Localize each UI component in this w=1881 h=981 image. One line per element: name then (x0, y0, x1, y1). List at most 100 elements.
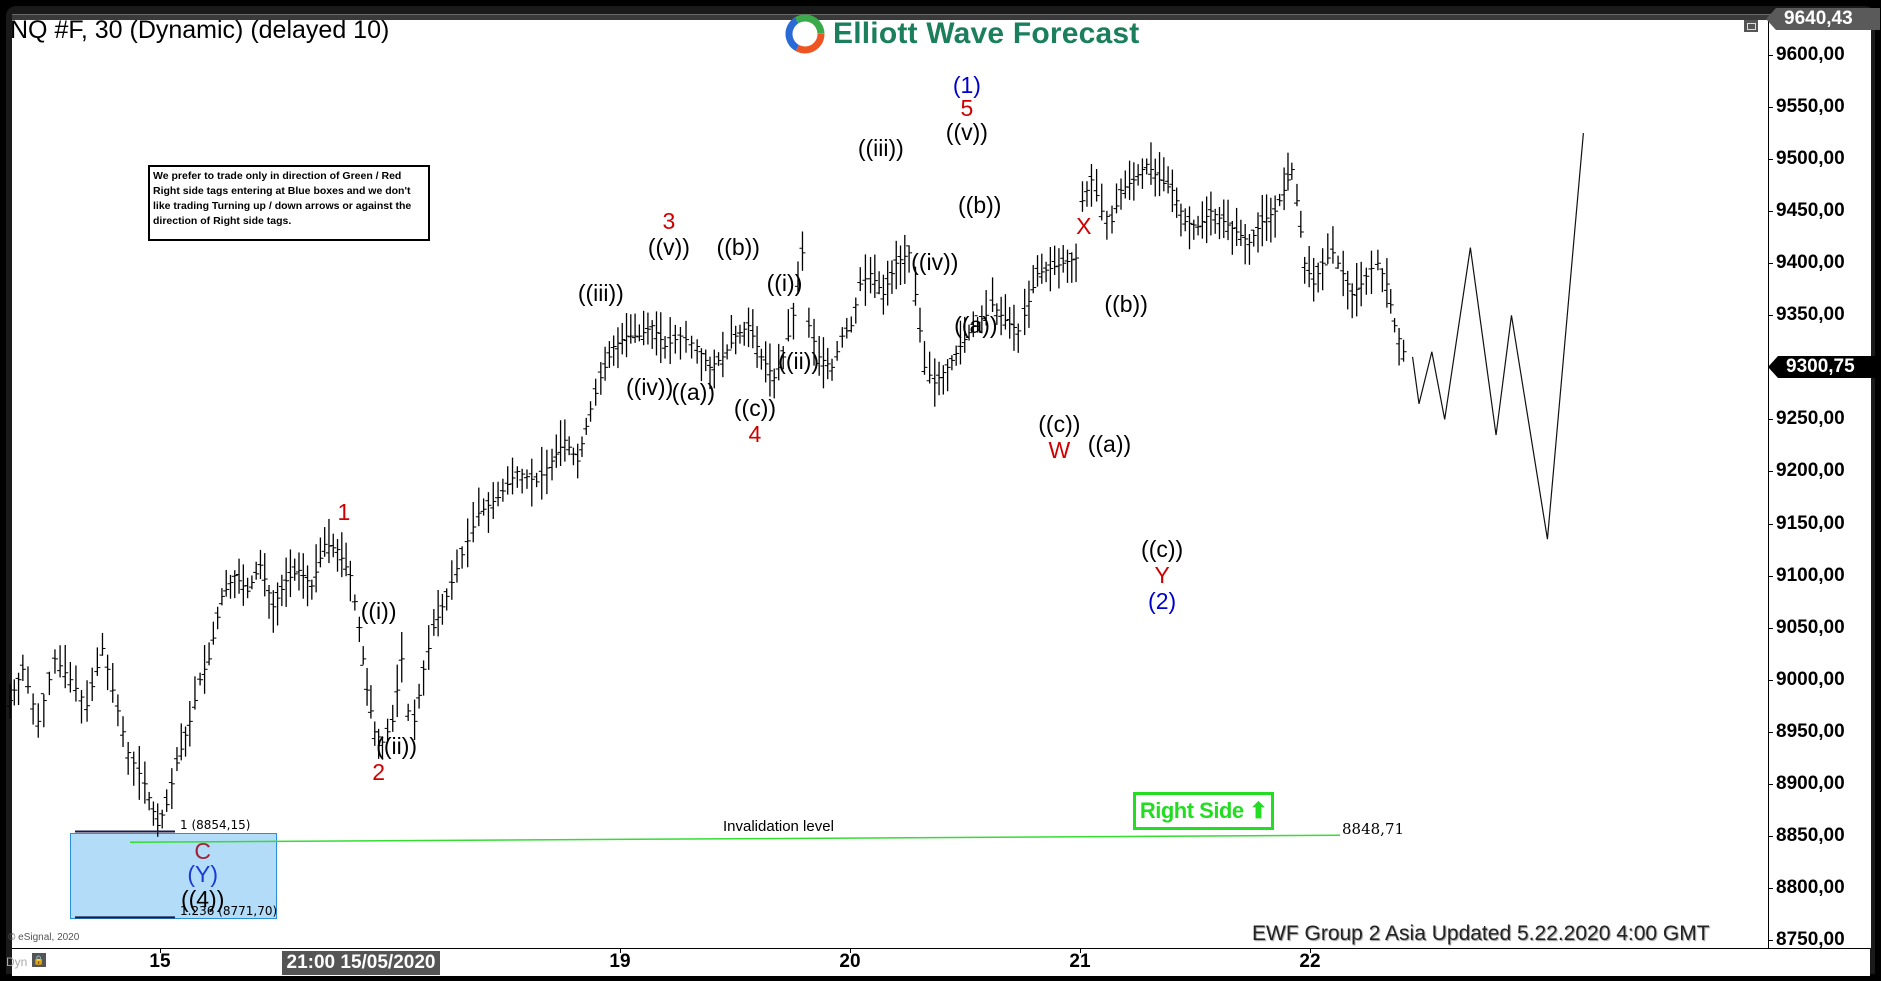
price-bar (248, 575, 255, 590)
wave-label: ((c)) (1141, 535, 1184, 562)
price-bar (495, 481, 502, 507)
price-bar (741, 321, 748, 346)
price-bar (173, 747, 180, 772)
restore-window-icon[interactable] (1744, 20, 1758, 32)
price-bar (35, 703, 42, 738)
price-bar (1143, 158, 1150, 175)
wave-label: 5 (960, 95, 974, 122)
price-bar (1203, 196, 1210, 244)
logo-text: Elliott Wave Forecast (833, 17, 1140, 50)
wave-label: ((ii)) (376, 733, 418, 760)
wave-label: Y (1154, 561, 1170, 588)
price-bar (266, 584, 273, 619)
price-bar (330, 533, 337, 558)
price-bar (168, 768, 175, 810)
wave-label: ((v)) (647, 233, 690, 260)
y-tick-mark (1768, 783, 1773, 785)
price-bar (1073, 243, 1080, 283)
price-bar (843, 317, 850, 339)
price-bar (509, 457, 516, 495)
price-bar (261, 553, 268, 597)
price-bar (15, 672, 22, 706)
price-bar (227, 574, 234, 599)
price-bar (884, 260, 891, 306)
price-bar (1383, 258, 1390, 308)
price-bar (953, 345, 960, 366)
wave-label: ((a)) (954, 311, 998, 338)
price-bar (561, 419, 568, 462)
y-tick-mark (1768, 523, 1773, 525)
wave-label: 2 (372, 759, 386, 786)
price-bar (1055, 248, 1062, 289)
wave-label: ((iv)) (626, 374, 674, 401)
price-bar (839, 327, 846, 348)
price-bar (1083, 181, 1090, 207)
x-tick-label: 20 (839, 951, 861, 972)
price-bar (657, 312, 664, 364)
price-bar (125, 741, 132, 775)
price-bar (351, 594, 358, 611)
price-bar (921, 341, 928, 375)
price-bar (1030, 265, 1037, 294)
price-bar (1088, 163, 1095, 207)
wave-label: X (1076, 212, 1092, 239)
price-bar (504, 466, 511, 495)
price-bar (644, 312, 651, 345)
price-bar (538, 446, 545, 500)
brand-logo: Elliott Wave Forecast (785, 12, 1140, 56)
wave-label: ((i)) (360, 598, 397, 625)
price-bar (805, 307, 812, 338)
price-bar (627, 314, 634, 344)
price-bar (182, 726, 189, 757)
price-bar (416, 683, 423, 709)
wave-label: ((b)) (958, 191, 1002, 218)
price-bar (270, 590, 277, 633)
y-tick-mark (1768, 679, 1773, 681)
price-bar (1225, 199, 1232, 241)
price-bar (1293, 183, 1300, 207)
price-bar (619, 323, 626, 355)
lock-icon[interactable]: 🔒 (32, 953, 46, 967)
price-bar (940, 365, 947, 395)
price-bar (46, 671, 53, 696)
wave-label: (2) (1148, 587, 1177, 614)
price-bar (464, 518, 471, 568)
price-bar (519, 468, 526, 494)
price-bar (1229, 220, 1236, 255)
price-bar (785, 309, 792, 342)
price-bar (989, 277, 996, 312)
price-bar (51, 649, 58, 674)
fib-lines (75, 830, 175, 919)
price-bar (578, 436, 585, 457)
current-price-tag: 9300,75 (1768, 356, 1878, 378)
price-bar (1391, 318, 1398, 333)
price-bar (533, 472, 540, 488)
price-bar (1276, 193, 1283, 207)
price-bar (62, 644, 69, 689)
dynamic-label[interactable]: Dyn (6, 955, 27, 969)
price-bar (1310, 258, 1317, 302)
price-bar (1297, 210, 1304, 238)
price-bar (24, 666, 31, 694)
price-bar (683, 320, 690, 353)
price-bar (150, 801, 157, 826)
price-bar (109, 663, 116, 703)
wave-label: ((4)) (180, 886, 225, 913)
price-bar (888, 260, 895, 294)
y-tick-mark (1768, 575, 1773, 577)
price-bar (876, 271, 883, 295)
price-bars (7, 142, 1407, 837)
price-bar (762, 341, 769, 383)
price-bar (1400, 339, 1407, 362)
price-bar (364, 667, 371, 706)
price-bar (1284, 152, 1291, 191)
price-bar (485, 492, 492, 533)
price-bar (114, 694, 121, 727)
price-bar (1259, 194, 1266, 247)
price-bar (936, 361, 943, 396)
y-tick-mark (1768, 55, 1773, 56)
price-bar (136, 746, 143, 800)
price-bar (852, 297, 859, 324)
price-bar (317, 537, 324, 568)
y-tick-mark (1768, 940, 1773, 941)
